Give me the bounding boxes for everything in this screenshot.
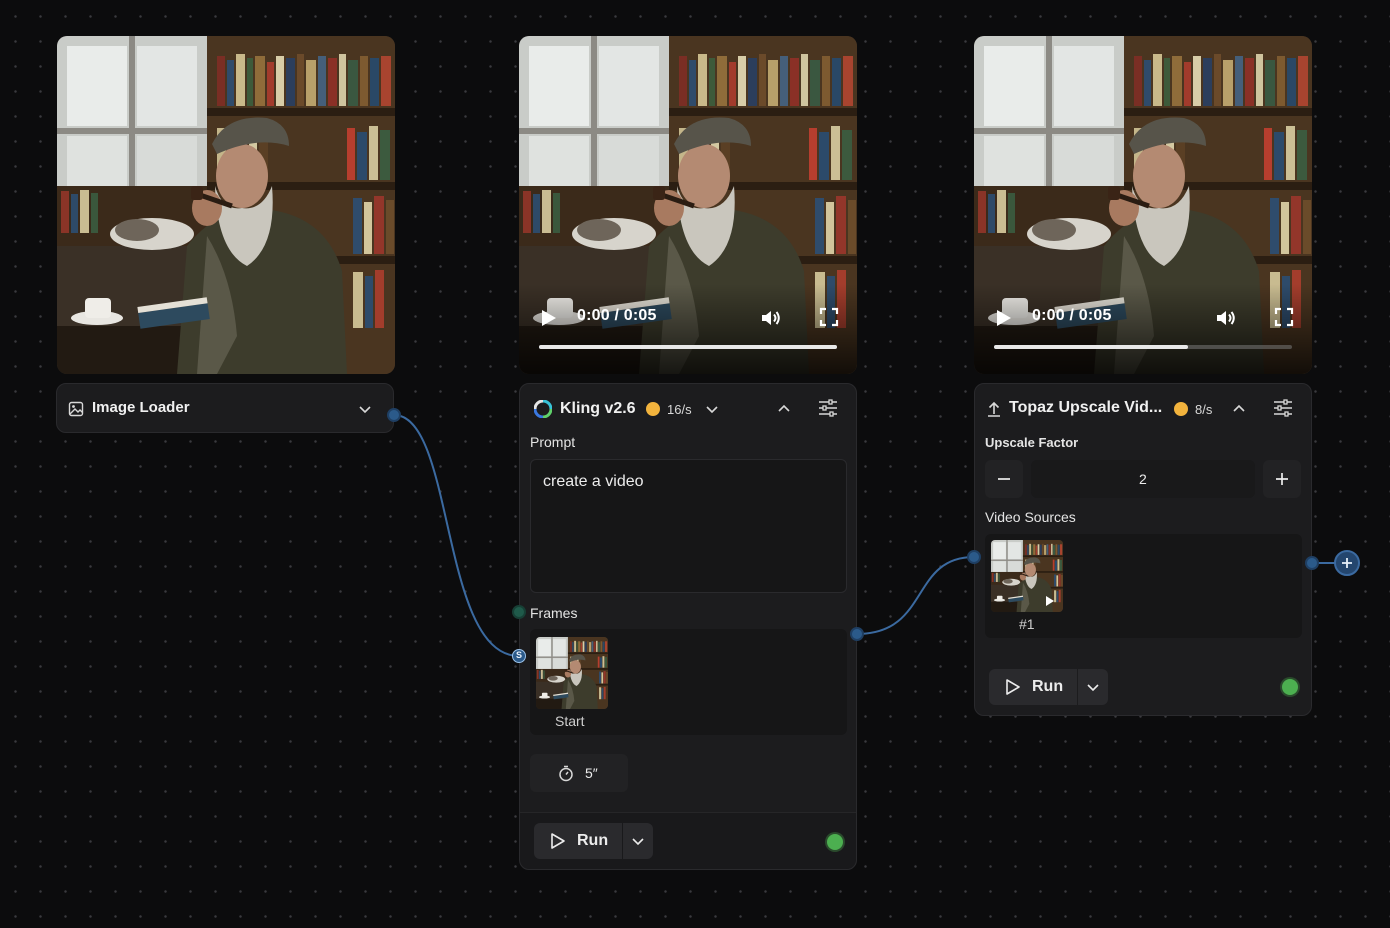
start-frame-input-port[interactable]: S	[512, 649, 526, 663]
video-source-caption: #1	[1019, 616, 1035, 632]
timer-icon	[559, 765, 573, 782]
upload-icon	[988, 401, 1000, 417]
topaz-video-player[interactable]: 0:00 / 0:05	[974, 36, 1312, 374]
kling-node: Kling v2.6 16/s Prompt create a video Fr…	[519, 383, 857, 870]
image-loader-title: Image Loader	[92, 399, 190, 416]
video-progress-bar[interactable]	[994, 345, 1292, 349]
video-progress-fill	[994, 345, 1188, 349]
volume-icon[interactable]	[1214, 306, 1238, 330]
kling-run-button[interactable]: Run	[534, 823, 622, 859]
image-loader-output-port[interactable]	[387, 408, 401, 422]
settings-sliders-icon[interactable]	[818, 399, 838, 417]
chevron-down-icon	[1087, 684, 1099, 692]
start-frame-caption: Start	[555, 713, 585, 729]
kling-run-label: Run	[577, 832, 609, 849]
video-sources-input-port[interactable]	[967, 550, 981, 564]
kling-title: Kling v2.6	[560, 400, 636, 417]
play-icon[interactable]	[539, 306, 559, 330]
volume-icon[interactable]	[759, 306, 783, 330]
image-icon	[68, 401, 84, 417]
play-outline-icon	[551, 833, 565, 849]
topaz-status-indicator	[1282, 679, 1298, 695]
topaz-run-button[interactable]: Run	[989, 669, 1077, 705]
frames-input-port[interactable]	[512, 605, 526, 619]
minus-icon	[998, 478, 1010, 480]
frames-label: Frames	[530, 605, 578, 621]
video-time: 0:00 / 0:05	[1032, 307, 1112, 324]
upscale-factor-label: Upscale Factor	[985, 435, 1079, 450]
prompt-textarea[interactable]: create a video	[530, 459, 847, 593]
prompt-label: Prompt	[530, 434, 576, 450]
topaz-run-options-button[interactable]	[1078, 669, 1108, 705]
chevron-down-icon[interactable]	[357, 401, 373, 417]
video-source-thumbnail[interactable]	[991, 540, 1063, 612]
settings-sliders-icon[interactable]	[1273, 399, 1293, 417]
chevron-down-icon	[632, 838, 644, 846]
play-outline-icon	[1006, 679, 1020, 695]
video-sources-label: Video Sources	[985, 509, 1076, 525]
upscale-factor-input[interactable]: 2	[1031, 460, 1255, 498]
video-progress-fill	[539, 345, 837, 349]
kling-rate: 16/s	[667, 402, 692, 417]
topaz-output-port[interactable]	[1305, 556, 1319, 570]
topaz-run-label: Run	[1032, 678, 1064, 695]
upscale-factor-value: 2	[1139, 471, 1147, 487]
topaz-node: Topaz Upscale Vid... 8/s Upscale Factor …	[974, 383, 1312, 716]
plus-icon	[1342, 558, 1352, 568]
duration-value: 5″	[585, 765, 598, 781]
credit-badge-icon	[646, 402, 660, 416]
kling-video-player[interactable]: 0:00 / 0:05	[519, 36, 857, 374]
play-icon[interactable]	[994, 306, 1014, 330]
image-loader-node[interactable]: Image Loader	[56, 383, 394, 433]
video-progress-bar[interactable]	[539, 345, 837, 349]
prompt-value: create a video	[543, 473, 644, 490]
port-letter: S	[515, 650, 522, 660]
kling-run-options-button[interactable]	[623, 823, 653, 859]
topaz-rate: 8/s	[1195, 402, 1213, 417]
video-sources-area: #1	[985, 534, 1302, 638]
add-node-button[interactable]	[1334, 550, 1360, 576]
start-frame-thumbnail[interactable]	[536, 637, 608, 709]
chevron-up-icon[interactable]	[776, 401, 792, 417]
video-time: 0:00 / 0:05	[577, 307, 657, 324]
kling-status-indicator	[827, 834, 843, 850]
decrement-button[interactable]	[985, 460, 1023, 498]
chevron-down-icon[interactable]	[704, 401, 720, 417]
increment-button[interactable]	[1263, 460, 1301, 498]
kling-logo-icon	[534, 400, 552, 418]
play-badge-icon	[1046, 596, 1054, 606]
image-preview	[57, 36, 395, 374]
plus-icon	[1276, 473, 1288, 485]
credit-badge-icon	[1174, 402, 1188, 416]
kling-output-port[interactable]	[850, 627, 864, 641]
duration-button[interactable]: 5″	[530, 754, 628, 792]
fullscreen-icon[interactable]	[819, 307, 839, 327]
topaz-title: Topaz Upscale Vid...	[1009, 399, 1163, 416]
frames-area: Start	[530, 629, 847, 735]
fullscreen-icon[interactable]	[1274, 307, 1294, 327]
chevron-up-icon[interactable]	[1231, 401, 1247, 417]
